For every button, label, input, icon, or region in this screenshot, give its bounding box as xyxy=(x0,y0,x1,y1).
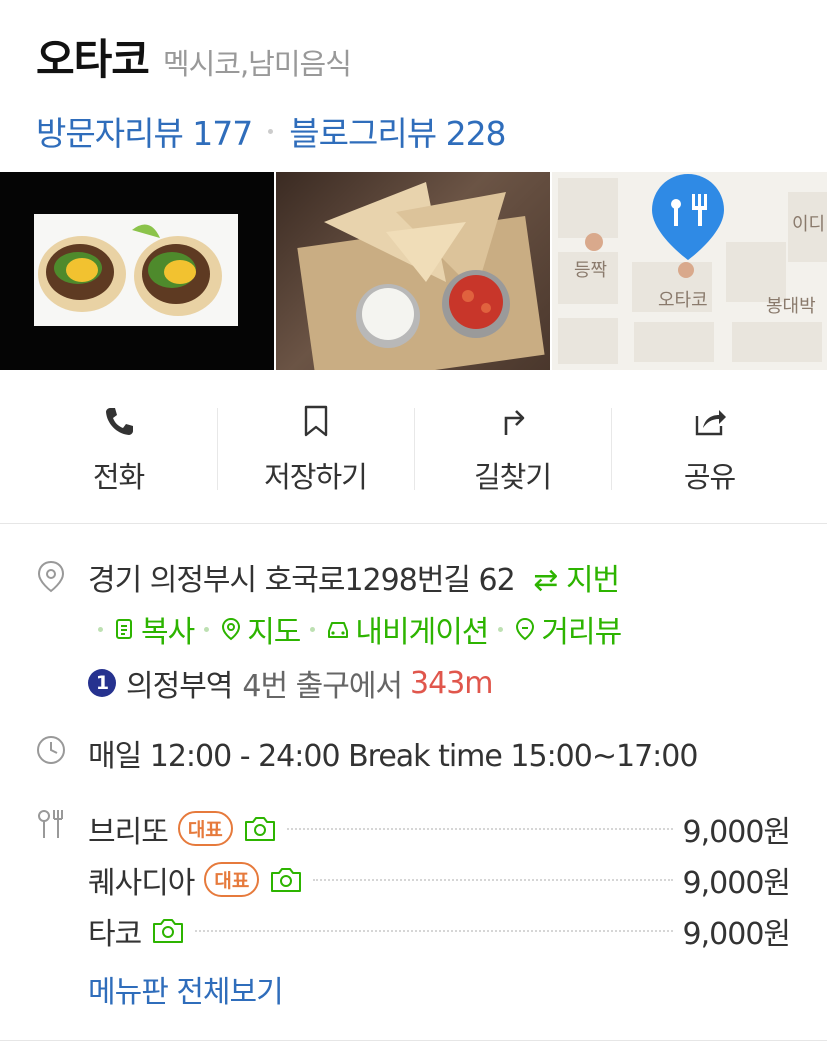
place-header: 오타코 멕시코,남미음식 방문자리뷰 177 블로그리뷰 228 xyxy=(36,26,796,155)
streetview-label: 거리뷰 xyxy=(541,615,622,650)
action-bar: 전화 저장하기 길찾기 공유 xyxy=(0,372,827,524)
title-row: 오타코 멕시코,남미음식 xyxy=(36,26,796,87)
menu-item-price: 9,000원 xyxy=(682,814,791,850)
address-row: 경기 의정부시 호국로1298번길 62 ⇄ 지번 xyxy=(88,555,620,599)
clock-icon xyxy=(37,736,65,764)
navigation-label: 내비게이션 xyxy=(355,615,489,650)
map-label-3: 봉대박 xyxy=(766,296,816,317)
link-separator xyxy=(310,626,316,632)
map-thumbnail[interactable]: 등짝 오타코 봉대박 이디 xyxy=(552,172,827,370)
save-button[interactable]: 저장하기 xyxy=(217,372,414,523)
directions-label: 길찾기 xyxy=(473,460,552,494)
link-separator xyxy=(498,626,504,632)
subway-distance: 343m xyxy=(410,665,493,701)
review-separator xyxy=(268,128,274,134)
subway-row: 1 의정부역 4번 출구에서 343m xyxy=(88,661,494,705)
call-label: 전화 xyxy=(92,460,145,494)
leader-dots xyxy=(195,929,673,932)
menu-item[interactable]: 퀘사디아 대표 9,000원 xyxy=(88,854,791,905)
photo-quesadilla[interactable] xyxy=(276,172,550,370)
menu-item-name: 타코 xyxy=(88,916,142,952)
map-label: 지도 xyxy=(247,615,301,650)
menu-list: 브리또 대표 9,000원 퀘사디아 대표 9,000원 타코 9,000원 xyxy=(88,803,791,956)
directions-icon xyxy=(504,410,524,435)
share-icon xyxy=(695,410,726,436)
visitor-review-link[interactable]: 방문자리뷰 177 xyxy=(36,107,253,155)
phone-icon xyxy=(105,408,133,435)
address-text: 경기 의정부시 호국로1298번길 62 xyxy=(88,563,516,598)
camera-icon[interactable] xyxy=(151,917,185,945)
save-label: 저장하기 xyxy=(264,460,368,494)
blog-review-link[interactable]: 블로그리뷰 228 xyxy=(289,107,506,155)
copy-link[interactable]: 복사 xyxy=(113,607,195,651)
car-icon xyxy=(328,622,349,638)
map-pin-icon xyxy=(222,617,241,641)
call-button[interactable]: 전화 xyxy=(20,372,217,523)
view-full-menu-link[interactable]: 메뉴판 전체보기 xyxy=(88,967,284,1011)
leader-dots xyxy=(313,878,673,881)
fork-knife-icon xyxy=(38,810,63,838)
directions-button[interactable]: 길찾기 xyxy=(414,372,611,523)
navigation-link[interactable]: 내비게이션 xyxy=(325,607,489,651)
photo-gallery: 등짝 오타코 봉대박 이디 xyxy=(0,172,827,370)
link-separator xyxy=(204,626,210,632)
address-links: 복사 지도 내비게이션 거리뷰 xyxy=(88,607,622,651)
bottom-divider xyxy=(0,1040,827,1041)
copy-label: 복사 xyxy=(141,615,195,650)
review-row: 방문자리뷰 177 블로그리뷰 228 xyxy=(36,107,796,155)
share-button[interactable]: 공유 xyxy=(611,372,808,523)
place-category: 멕시코,남미음식 xyxy=(162,47,352,81)
subway-line-badge: 1 xyxy=(88,669,116,697)
map-link[interactable]: 지도 xyxy=(219,607,301,651)
copy-icon xyxy=(116,619,132,639)
signature-badge: 대표 xyxy=(204,862,260,897)
menu-item-name: 브리또 xyxy=(88,814,169,850)
streetview-pin-icon xyxy=(516,617,535,641)
camera-icon[interactable] xyxy=(269,866,303,894)
menu-item[interactable]: 브리또 대표 9,000원 xyxy=(88,803,791,854)
lot-number-toggle[interactable]: ⇄ 지번 xyxy=(533,563,620,598)
signature-badge: 대표 xyxy=(177,811,233,846)
leader-dots xyxy=(286,827,673,830)
photo-tacos[interactable] xyxy=(0,172,274,370)
menu-item-price: 9,000원 xyxy=(682,916,791,952)
subway-station: 의정부역 xyxy=(126,669,233,704)
camera-icon[interactable] xyxy=(243,815,277,843)
map-label-2: 오타코 xyxy=(658,290,708,311)
streetview-link[interactable]: 거리뷰 xyxy=(513,607,622,651)
share-label: 공유 xyxy=(683,460,736,494)
map-label-1: 등짝 xyxy=(574,260,607,281)
place-title: 오타코 xyxy=(36,35,150,84)
menu-item-name: 퀘사디아 xyxy=(88,865,195,901)
bookmark-icon xyxy=(304,405,327,437)
subway-exit: 4번 출구에서 xyxy=(242,669,403,704)
map-label-0: 이디 xyxy=(792,214,825,235)
location-pin-icon xyxy=(37,560,65,593)
business-hours: 매일 12:00 - 24:00 Break time 15:00~17:00 xyxy=(88,739,698,774)
menu-item-price: 9,000원 xyxy=(682,865,791,901)
menu-item[interactable]: 타코 9,000원 xyxy=(88,905,791,956)
link-separator xyxy=(98,626,103,632)
